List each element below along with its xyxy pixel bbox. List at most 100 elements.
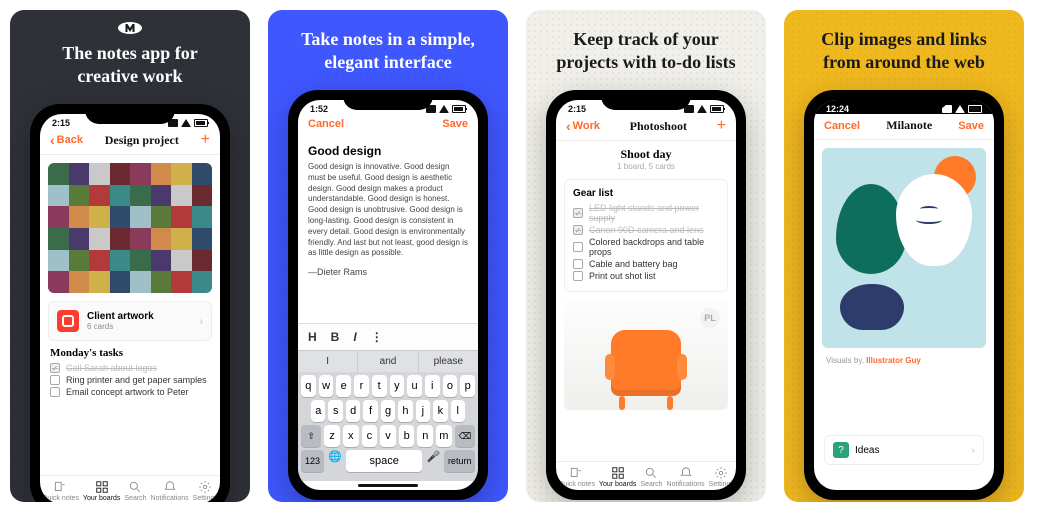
board-header: Shoot day 1 board, 5 cards bbox=[556, 147, 736, 171]
key-return[interactable]: return bbox=[444, 450, 475, 472]
board-icon: ? bbox=[833, 442, 849, 458]
key-r[interactable]: r bbox=[354, 375, 369, 397]
save-button[interactable]: Save bbox=[442, 118, 468, 130]
tab-quick-notes[interactable]: Quick notes bbox=[558, 466, 595, 488]
save-button[interactable]: Save bbox=[958, 120, 984, 132]
suggestion[interactable]: please bbox=[419, 351, 478, 372]
key-n[interactable]: n bbox=[417, 425, 433, 447]
page-title: Design project bbox=[105, 133, 179, 148]
key-e[interactable]: e bbox=[336, 375, 351, 397]
key-shift[interactable]: ⇧ bbox=[301, 425, 321, 447]
key-d[interactable]: d bbox=[346, 400, 360, 422]
note-signature[interactable]: —Dieter Rams bbox=[308, 267, 468, 277]
cancel-button[interactable]: Cancel bbox=[824, 120, 860, 132]
todo-item[interactable]: ✓ Call Sarah about logos bbox=[50, 363, 210, 373]
key-y[interactable]: y bbox=[390, 375, 405, 397]
cancel-button[interactable]: Cancel bbox=[308, 118, 344, 130]
tab-settings[interactable]: Settings bbox=[193, 480, 218, 502]
wifi-icon bbox=[697, 105, 707, 113]
key-i[interactable]: i bbox=[425, 375, 440, 397]
key-delete[interactable]: ⌫ bbox=[455, 425, 475, 447]
add-button[interactable]: + bbox=[201, 132, 210, 148]
suggestion[interactable]: I bbox=[298, 351, 358, 372]
key-space[interactable]: space bbox=[346, 450, 422, 472]
tab-quick-notes[interactable]: Quick notes bbox=[42, 480, 79, 502]
key-z[interactable]: z bbox=[324, 425, 340, 447]
key-g[interactable]: g bbox=[381, 400, 395, 422]
todo-item[interactable]: Colored backdrops and table props bbox=[573, 237, 719, 257]
checkbox-icon[interactable] bbox=[573, 259, 583, 269]
back-button[interactable]: Back bbox=[50, 133, 83, 147]
clipped-image[interactable] bbox=[822, 148, 986, 348]
key-f[interactable]: f bbox=[363, 400, 377, 422]
format-i-button[interactable]: I bbox=[353, 330, 356, 344]
suggestion[interactable]: and bbox=[358, 351, 418, 372]
tab-search[interactable]: Search bbox=[124, 480, 146, 502]
tab-notifications[interactable]: Notifications bbox=[667, 466, 705, 488]
key-l[interactable]: l bbox=[451, 400, 465, 422]
key-x[interactable]: x bbox=[343, 425, 359, 447]
back-button[interactable]: Work bbox=[566, 119, 600, 133]
key-h[interactable]: h bbox=[398, 400, 412, 422]
todo-label: Call Sarah about logos bbox=[66, 363, 157, 373]
image-card[interactable]: PL bbox=[564, 300, 728, 410]
key-m[interactable]: m bbox=[436, 425, 452, 447]
key-j[interactable]: j bbox=[416, 400, 430, 422]
format-h-button[interactable]: H bbox=[308, 330, 317, 344]
checkbox-icon[interactable] bbox=[573, 242, 583, 252]
checkbox-icon[interactable]: ✓ bbox=[573, 208, 583, 218]
phone-mock: 1:52 Cancel Save Good design Good design… bbox=[288, 90, 488, 500]
todo-item[interactable]: Email concept artwork to Peter bbox=[50, 387, 210, 397]
todo-label: Email concept artwork to Peter bbox=[66, 387, 189, 397]
tab-your-boards[interactable]: Your boards bbox=[599, 466, 637, 488]
add-button[interactable]: + bbox=[717, 118, 726, 134]
mic-icon[interactable]: 🎤 bbox=[425, 450, 441, 472]
todo-item[interactable]: Cable and battery bag bbox=[573, 259, 719, 269]
checkbox-icon[interactable] bbox=[50, 387, 60, 397]
note-body[interactable]: Good design is innovative. Good design m… bbox=[308, 162, 468, 259]
format-⋮-button[interactable]: ⋮ bbox=[371, 330, 383, 344]
board-title: Shoot day bbox=[556, 147, 736, 162]
tab-search[interactable]: Search bbox=[640, 466, 662, 488]
todo-item[interactable]: ✓LED light stands and power supply bbox=[573, 203, 719, 223]
destination-chip[interactable]: ? Ideas › bbox=[824, 435, 984, 465]
checkbox-icon[interactable] bbox=[573, 271, 583, 281]
key-numbers[interactable]: 123 bbox=[301, 450, 324, 472]
todo-label: Canon 90D camera and lens bbox=[589, 225, 704, 235]
tab-notifications[interactable]: Notifications bbox=[151, 480, 189, 502]
checkbox-icon[interactable] bbox=[50, 375, 60, 385]
key-q[interactable]: q bbox=[301, 375, 316, 397]
key-k[interactable]: k bbox=[433, 400, 447, 422]
key-t[interactable]: t bbox=[372, 375, 387, 397]
promo-card-1: The notes app for creative work 2:15 Bac… bbox=[10, 10, 250, 502]
caption-link[interactable]: Illustrator Guy bbox=[866, 356, 921, 365]
key-o[interactable]: o bbox=[443, 375, 458, 397]
key-a[interactable]: a bbox=[311, 400, 325, 422]
tab-your-boards[interactable]: Your boards bbox=[83, 480, 121, 502]
key-b[interactable]: b bbox=[399, 425, 415, 447]
checkbox-icon[interactable]: ✓ bbox=[50, 363, 60, 373]
globe-icon[interactable]: 🌐 bbox=[327, 450, 343, 472]
tab-settings[interactable]: Settings bbox=[709, 466, 734, 488]
todo-item[interactable]: Ring printer and get paper samples bbox=[50, 375, 210, 385]
author-badge: PL bbox=[700, 308, 720, 328]
section-title: Monday's tasks bbox=[50, 347, 210, 359]
promo-headline: Clip images and links from around the we… bbox=[806, 28, 1002, 76]
format-b-button[interactable]: B bbox=[331, 330, 340, 344]
wifi-icon bbox=[439, 105, 449, 113]
todo-item[interactable]: ✓ Canon 90D camera and lens bbox=[573, 225, 719, 235]
key-p[interactable]: p bbox=[460, 375, 475, 397]
checkbox-icon[interactable]: ✓ bbox=[573, 225, 583, 235]
key-s[interactable]: s bbox=[328, 400, 342, 422]
status-time: 2:15 bbox=[568, 104, 586, 114]
key-u[interactable]: u bbox=[407, 375, 422, 397]
todo-item[interactable]: Print out shot list bbox=[573, 271, 719, 281]
key-v[interactable]: v bbox=[380, 425, 396, 447]
todo-label: Colored backdrops and table props bbox=[589, 237, 719, 257]
note-title[interactable]: Good design bbox=[308, 144, 468, 158]
board-card[interactable]: Client artwork 6 cards › bbox=[48, 301, 212, 341]
panel-title: Gear list bbox=[573, 188, 719, 199]
key-c[interactable]: c bbox=[362, 425, 378, 447]
gear-list-panel: Gear list ✓LED light stands and power su… bbox=[564, 179, 728, 292]
key-w[interactable]: w bbox=[319, 375, 334, 397]
